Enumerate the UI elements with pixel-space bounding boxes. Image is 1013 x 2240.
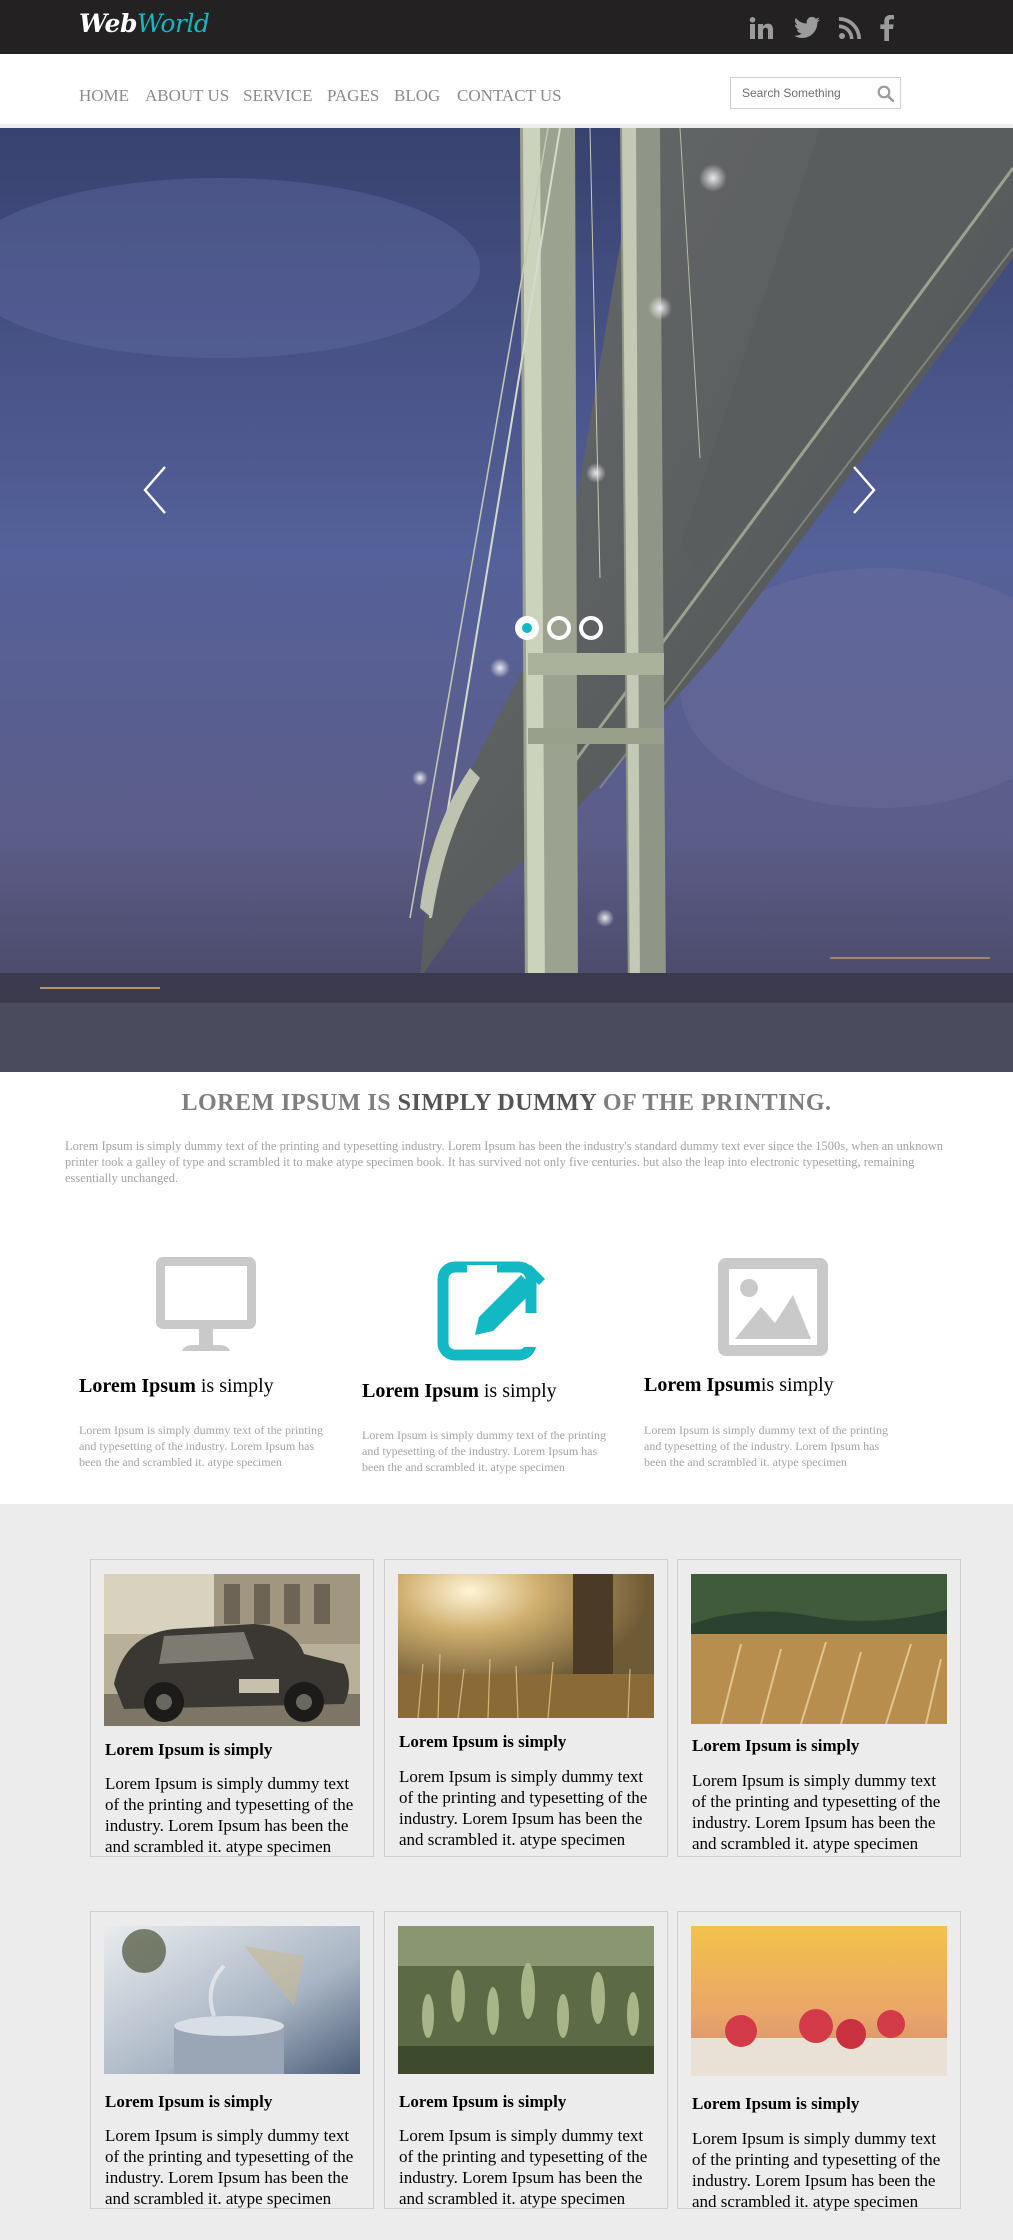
slider-dot-3[interactable]	[579, 616, 603, 640]
gallery-card-5[interactable]: Lorem Ipsum is simply Lorem Ipsum is sim…	[384, 1911, 668, 2209]
nav-item-blog[interactable]: BLOG	[394, 86, 440, 106]
gallery-card-4[interactable]: Lorem Ipsum is simply Lorem Ipsum is sim…	[90, 1911, 374, 2209]
chevron-left-icon[interactable]	[137, 453, 177, 523]
search-icon[interactable]	[877, 85, 895, 107]
feature-title-2: Lorem Ipsum is simply	[362, 1380, 622, 1403]
feature-title-3: Lorem Ipsumis simply	[644, 1374, 904, 1397]
rss-icon[interactable]	[836, 13, 864, 43]
nav-item-home[interactable]: HOME	[79, 86, 129, 106]
nav-item-pages[interactable]: PAGES	[327, 86, 379, 106]
steaming-cup-photo	[104, 1926, 360, 2074]
intro-title-part-3: OF THE PRINTING.	[596, 1090, 832, 1116]
slider-pagination	[515, 616, 603, 640]
nav-item-contact-us[interactable]: CONTACT US	[457, 86, 562, 106]
hero-slider	[0, 128, 1013, 1072]
intro-title: LOREM IPSUM IS SIMPLY DUMMY OF THE PRINT…	[0, 1090, 1013, 1117]
feature-title-rest-3: is simply	[760, 1374, 834, 1396]
card-title-3: Lorem Ipsum is simply	[692, 1736, 860, 1755]
card-text-2: Lorem Ipsum is simply dummy text of the …	[399, 1767, 648, 1849]
intro-title-part-2: SIMPLY DUMMY	[397, 1090, 597, 1116]
card-text-4: Lorem Ipsum is simply dummy text of the …	[105, 2126, 354, 2208]
facebook-icon[interactable]	[875, 13, 899, 43]
card-text-5: Lorem Ipsum is simply dummy text of the …	[399, 2126, 648, 2208]
card-text-1: Lorem Ipsum is simply dummy text of the …	[105, 1774, 354, 1856]
raspberries-photo	[691, 1926, 947, 2076]
feature-title-1: Lorem Ipsum is simply	[79, 1375, 339, 1398]
feature-text-3: Lorem Ipsum is simply dummy text of the …	[644, 1423, 888, 1469]
card-text-6: Lorem Ipsum is simply dummy text of the …	[692, 2129, 941, 2211]
top-bar: WebWorld	[0, 0, 1013, 54]
card-title-6: Lorem Ipsum is simply	[692, 2094, 860, 2113]
gallery-card-3[interactable]: Lorem Ipsum is simply Lorem Ipsum is sim…	[677, 1559, 961, 1857]
gallery-section: Lorem Ipsum is simply Lorem Ipsum is sim…	[0, 1504, 1013, 2240]
card-title-2: Lorem Ipsum is simply	[399, 1732, 567, 1751]
feature-title-bold-3: Lorem Ipsum	[644, 1374, 761, 1396]
bridge-photo	[0, 128, 1013, 1072]
chevron-right-icon[interactable]	[842, 453, 882, 523]
feature-title-bold-2: Lorem Ipsum	[362, 1380, 479, 1402]
nav-item-service[interactable]: SERVICE	[243, 86, 312, 106]
gallery-card-6[interactable]: Lorem Ipsum is simply Lorem Ipsum is sim…	[677, 1911, 961, 2211]
logo-part-web: Web	[79, 9, 137, 38]
linkedin-icon[interactable]	[746, 13, 776, 43]
intro-text: Lorem Ipsum is simply dummy text of the …	[65, 1139, 944, 1185]
slider-dot-1[interactable]	[515, 616, 539, 640]
feature-title-bold-1: Lorem Ipsum	[79, 1375, 196, 1397]
search-box	[730, 77, 901, 109]
wheat-field-photo	[691, 1574, 947, 1724]
card-text-3: Lorem Ipsum is simply dummy text of the …	[692, 1771, 941, 1853]
slider-dot-2[interactable]	[547, 616, 571, 640]
sunlit-field-photo	[398, 1574, 654, 1718]
nav-item-about-us[interactable]: ABOUT US	[145, 86, 229, 106]
twitter-icon[interactable]	[791, 13, 823, 43]
gallery-card-1[interactable]: Lorem Ipsum is simply Lorem Ipsum is sim…	[90, 1559, 374, 1857]
card-title-1: Lorem Ipsum is simply	[105, 1740, 273, 1759]
card-title-5: Lorem Ipsum is simply	[399, 2092, 567, 2111]
vintage-car-photo	[104, 1574, 360, 1726]
logo-part-world: World	[136, 9, 210, 38]
site-logo[interactable]: WebWorld	[79, 9, 210, 38]
image-icon	[715, 1255, 831, 1364]
edit-icon	[437, 1255, 545, 1368]
card-title-4: Lorem Ipsum is simply	[105, 2092, 273, 2111]
feature-title-rest-2: is simply	[478, 1380, 557, 1402]
feature-text-1: Lorem Ipsum is simply dummy text of the …	[79, 1423, 323, 1469]
intro-title-part-1: LOREM IPSUM IS	[181, 1090, 398, 1116]
feature-title-rest-1: is simply	[195, 1375, 274, 1397]
feature-text-2: Lorem Ipsum is simply dummy text of the …	[362, 1428, 606, 1474]
green-wheat-photo	[398, 1926, 654, 2074]
monitor-icon	[154, 1255, 258, 1364]
main-nav: HOME ABOUT US SERVICE PAGES BLOG CONTACT…	[0, 54, 1013, 128]
search-input[interactable]	[731, 78, 871, 108]
gallery-card-2[interactable]: Lorem Ipsum is simply Lorem Ipsum is sim…	[384, 1559, 668, 1857]
